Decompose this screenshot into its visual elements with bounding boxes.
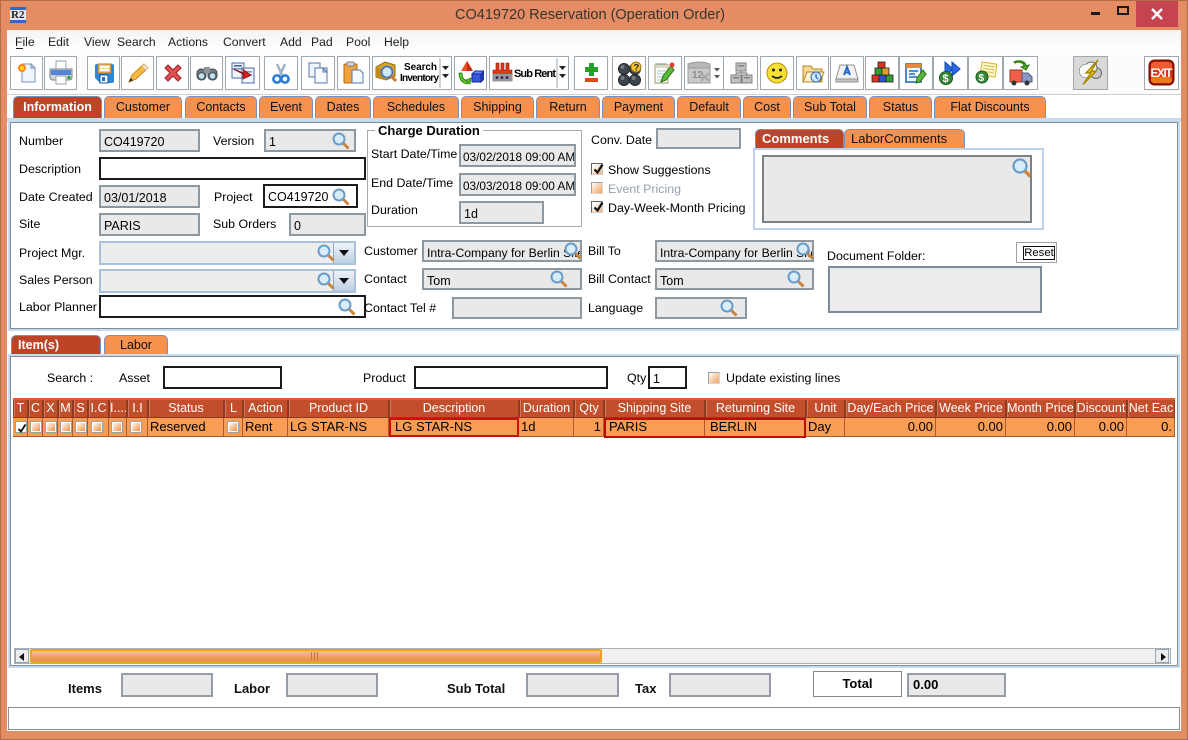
svg-text:Inventory: Inventory xyxy=(400,73,439,84)
svg-text:Search: Search xyxy=(404,62,437,73)
svg-text:?: ? xyxy=(634,63,640,74)
svg-text:EXIT: EXIT xyxy=(1151,68,1173,80)
svg-text:Sub Rent: Sub Rent xyxy=(514,68,556,80)
svg-text:$: $ xyxy=(942,73,948,85)
svg-text:$: $ xyxy=(978,73,984,84)
